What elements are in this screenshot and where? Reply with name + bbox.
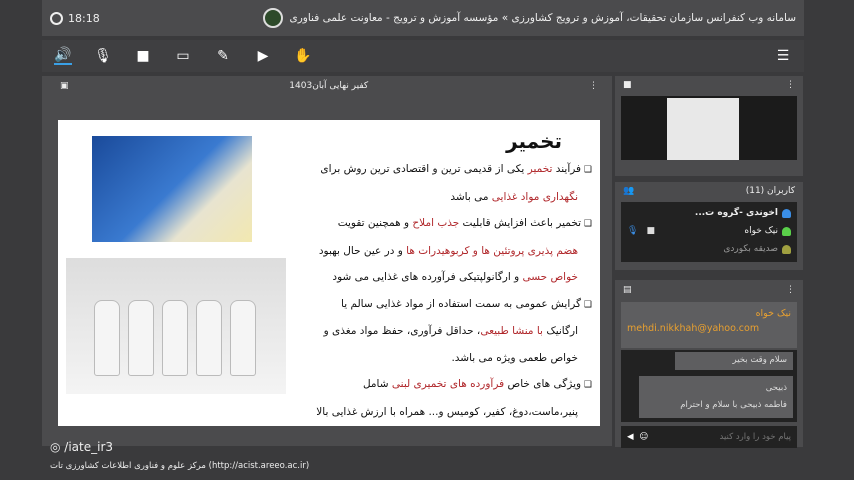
user-name: نیک خواه: [744, 226, 778, 236]
slide: تخمیر فرآیند تخمیر یکی از قدیمی ترین و ا…: [58, 120, 600, 426]
user-name: صدیقه بکوردی: [723, 244, 778, 254]
slide-text-segment: ، حداقل فرآوری، حفظ مواد مغذی و: [323, 325, 481, 337]
slide-title: تخمیر: [506, 129, 562, 153]
presentation-icon[interactable]: ▣: [60, 81, 69, 91]
more-icon[interactable]: ⋮: [786, 80, 795, 90]
slide-text-segment: شامل: [362, 378, 392, 390]
user-item[interactable]: نیک خواه ■ 🎙: [627, 222, 791, 240]
presentation-panel: ▣ کفیر نهایی آبان1403 ⋮ تخمیر فرآیند تخمیر…: [42, 76, 612, 446]
slide-text-segment: و ارگانولپتیکی فرآورده های غذایی می شود: [332, 271, 523, 283]
highlight-text: خواص حسی: [522, 271, 578, 283]
highlight-text: فرآورده های تخمیری لبنی: [391, 378, 505, 390]
speaker-icon[interactable]: 🔊: [54, 47, 72, 65]
dairy-image: [92, 136, 252, 242]
slide-text-segment: پنیر،ماست،دوغ، کفیر، کومیس و... همراه با…: [316, 405, 578, 418]
slide-line: تخمیر باعث افزایش قابلیت جذب املاح و همچ…: [292, 210, 592, 238]
slide-text-segment: یکی از قدیمی ترین و اقتصادی ترین روش برا…: [320, 163, 528, 175]
chat-input[interactable]: [654, 432, 791, 442]
menu-icon[interactable]: ☰: [774, 47, 792, 65]
sender-name: نیک خواه: [755, 308, 791, 319]
camera-icon[interactable]: ■: [134, 47, 152, 65]
message-text: سلام وقت بخیر: [732, 355, 787, 365]
time-text: 18:18: [68, 11, 100, 25]
more-icon[interactable]: ⋮: [786, 285, 795, 295]
screen-share-icon[interactable]: ▭: [174, 47, 192, 65]
social-handle: ◎ /iate_ir3: [50, 440, 114, 454]
video-panel: ■ ⋮: [615, 76, 803, 176]
chat-message: سلام وقت بخیر: [675, 352, 793, 370]
logo: [263, 8, 284, 28]
kefir-bottles-image: [66, 258, 286, 394]
slide-text-segment: تخمیر باعث افزایش قابلیت: [459, 217, 582, 229]
chat-panel: ▤ ⋮ نیک خواه mehdi.nikkhah@yahoo.com سلام…: [615, 280, 803, 448]
slide-text-segment: و همچنین تقویت: [337, 217, 413, 229]
raise-hand-icon[interactable]: ✋: [294, 47, 312, 65]
clock-icon: [50, 11, 63, 25]
mic-icon: 🎙: [627, 226, 639, 236]
highlight-text: جذب املاح: [412, 217, 460, 229]
user-icon: [782, 208, 791, 218]
camera-icon: ■: [646, 226, 655, 236]
slide-text: تخمیر فرآیند تخمیر یکی از قدیمی ترین و ا…: [292, 126, 592, 425]
slide-text-segment: فرآیند: [552, 163, 582, 175]
slide-text-segment: خواص طعمی ویژه می باشد.: [451, 351, 578, 364]
highlight-text: تخمیر: [527, 163, 553, 175]
slide-line: ارگانیک با منشا طبیعی، حداقل فرآوری، حفظ…: [292, 318, 592, 345]
slide-line: خواص حسی و ارگانولپتیکی فرآورده های غذای…: [292, 264, 592, 291]
mic-muted-icon[interactable]: 🎙: [94, 47, 112, 65]
send-icon[interactable]: ◀: [627, 432, 634, 442]
webcam-video[interactable]: [667, 98, 739, 160]
slide-line: پنیر،ماست،دوغ، کفیر، کومیس و... همراه با…: [292, 399, 592, 426]
slide-text-segment: ویژگی های خاص: [504, 378, 582, 390]
file-name: کفیر نهایی آبان1403: [289, 81, 369, 91]
user-item[interactable]: صدیقه بکوردی: [627, 240, 791, 258]
slide-line: خواص طعمی ویژه می باشد.: [292, 345, 592, 372]
user-item[interactable]: اخوندی -گروه ت...: [627, 204, 791, 222]
slide-line: هضم پذیری پروتئین ها و کربوهیدرات ها و د…: [292, 238, 592, 265]
highlight-text: هضم پذیری پروتئین ها و کربوهیدرات ها: [406, 244, 578, 257]
slide-line: ویژگی های خاص فرآورده های تخمیری لبنی شا…: [292, 371, 592, 399]
slide-text-segment: گرایش عمومی به سمت استفاده از مواد غذایی…: [341, 297, 582, 310]
highlight-text: با منشا طبیعی: [480, 325, 543, 337]
sender-email: mehdi.nikkhah@yahoo.com: [627, 323, 760, 334]
users-title: کاربران (11): [745, 186, 795, 196]
slide-text-segment: می باشد: [450, 190, 492, 203]
chat-sender-info: نیک خواه mehdi.nikkhah@yahoo.com: [621, 302, 797, 348]
clock: 18:18: [50, 11, 100, 25]
message-author: ذبیحی: [765, 383, 787, 393]
slide-text-segment: ارگانیک: [542, 325, 578, 337]
toolbar: 🔊 🎙 ■ ▭ ✎ ▶ ✋ ☰: [42, 40, 804, 72]
org-caption: مرکز علوم و فناوری اطلاعات کشاورزی تات (…: [50, 461, 310, 471]
camera-icon: ■: [623, 80, 632, 90]
user-name: اخوندی -گروه ت...: [694, 208, 778, 218]
user-icon: [782, 226, 791, 236]
slide-line: نگهداری مواد غذایی می باشد: [292, 184, 592, 211]
users-panel: 👥 کاربران (11) اخوندی -گروه ت... نیک خواه ■…: [615, 182, 803, 270]
slide-text-segment: و در عین حال بهبود: [318, 244, 407, 257]
emoji-icon[interactable]: ☺: [640, 432, 649, 442]
chat-message: ذبیحی فاطمه ذبیحی با سلام و احترام: [639, 376, 793, 418]
header-bar: 18:18 سامانه وب کنفرانس سازمان تحقیقات، …: [42, 0, 804, 36]
slide-line: فرآیند تخمیر یکی از قدیمی ترین و اقتصادی…: [292, 156, 592, 184]
brush-icon[interactable]: ✎: [214, 47, 232, 65]
presentation-icon[interactable]: ▶: [254, 47, 272, 65]
message-list: سلام وقت بخیر ذبیحی فاطمه ذبیحی با سلام و…: [621, 350, 797, 422]
highlight-text: نگهداری مواد غذایی: [491, 190, 578, 203]
more-icon[interactable]: ⋮: [589, 81, 598, 91]
handle-text: /iate_ir3: [64, 440, 114, 454]
message-text: فاطمه ذبیحی با سلام و احترام: [680, 400, 787, 410]
slide-line: گرایش عمومی به سمت استفاده از مواد غذایی…: [292, 291, 592, 319]
user-icon: [782, 244, 791, 254]
chat-icon: ▤: [623, 285, 632, 295]
app-title: سامانه وب کنفرانس سازمان تحقیقات، آموزش …: [289, 12, 796, 24]
users-icon: 👥: [623, 186, 635, 196]
